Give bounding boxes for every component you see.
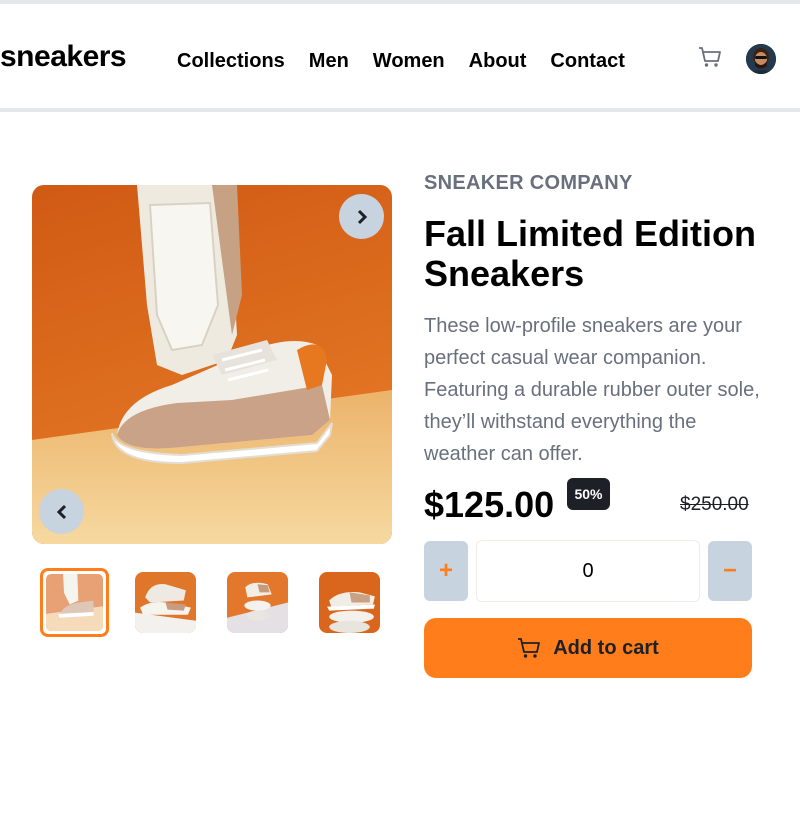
prev-image-button[interactable] (39, 489, 84, 534)
thumbnail-4[interactable] (319, 572, 380, 633)
increase-quantity-button[interactable]: + (424, 541, 468, 601)
nav-contact[interactable]: Contact (550, 50, 624, 73)
decrease-quantity-button[interactable]: − (708, 541, 752, 601)
nav-women[interactable]: Women (373, 50, 445, 73)
add-to-cart-label: Add to cart (553, 636, 659, 659)
chevron-right-icon (357, 209, 367, 224)
cart-icon[interactable] (698, 46, 722, 68)
header-divider (0, 108, 800, 112)
nav-collections[interactable]: Collections (177, 50, 285, 73)
quantity-input[interactable] (476, 540, 700, 602)
site-header: sneakers Collections Men Women About Con… (0, 4, 800, 108)
logo[interactable]: sneakers (0, 40, 127, 74)
company-name: SNEAKER COMPANY (424, 172, 633, 194)
nav-men[interactable]: Men (309, 50, 349, 73)
nav-about[interactable]: About (469, 50, 527, 73)
add-to-cart-button[interactable]: Add to cart (424, 618, 752, 678)
next-image-button[interactable] (339, 194, 384, 239)
original-price: $250.00 (680, 494, 749, 515)
chevron-left-icon (56, 504, 66, 519)
product-main-image[interactable] (32, 185, 392, 544)
thumbnail-1[interactable] (40, 568, 109, 637)
discount-badge: 50% (567, 478, 610, 510)
cart-icon (518, 638, 541, 658)
thumbnail-3[interactable] (227, 572, 288, 633)
product-title: Fall Limited Edition Sneakers (424, 213, 756, 294)
avatar[interactable] (746, 44, 776, 74)
current-price: $125.00 (424, 484, 555, 525)
main-nav: Collections Men Women About Contact (177, 50, 649, 73)
product-description: These low-profile sneakers are your perf… (424, 315, 760, 465)
thumbnail-2[interactable] (135, 572, 196, 633)
